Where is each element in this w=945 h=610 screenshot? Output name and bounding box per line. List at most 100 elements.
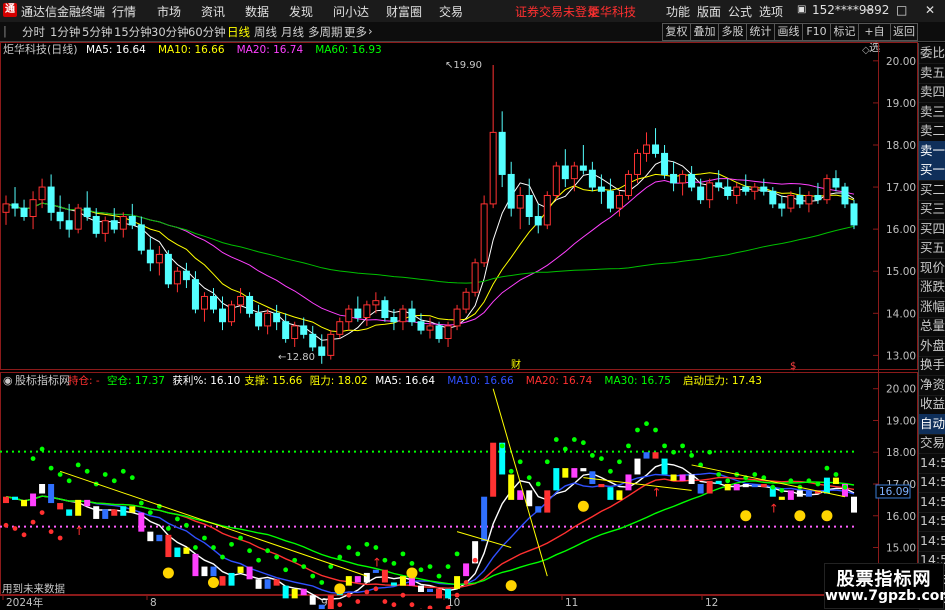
side-panel-item[interactable]: 14:56 bbox=[919, 472, 945, 493]
ind-candle bbox=[833, 478, 839, 484]
side-panel-item[interactable]: 买五 bbox=[919, 238, 945, 259]
signal-dot bbox=[834, 472, 839, 477]
candle bbox=[734, 183, 740, 204]
user-icon[interactable]: ▣ bbox=[797, 4, 806, 15]
fq-button[interactable]: 复权 bbox=[662, 23, 691, 41]
period-60min[interactable]: 60分钟 bbox=[188, 24, 226, 40]
menu-market[interactable]: 市场 bbox=[157, 3, 181, 20]
indicator-title-icon: ◉ bbox=[3, 374, 13, 387]
side-panel-item[interactable]: 自动 bbox=[919, 414, 945, 435]
side-panel-item[interactable]: 14:56 bbox=[919, 531, 945, 552]
period-15min[interactable]: 15分钟 bbox=[114, 24, 152, 40]
side-panel-item[interactable]: 总量 bbox=[919, 316, 945, 337]
candle bbox=[517, 187, 523, 229]
candle bbox=[30, 191, 36, 229]
ind-price-tick-label: 15.00 bbox=[886, 543, 916, 555]
side-panel-item[interactable]: 净资 bbox=[919, 375, 945, 396]
signal-dot bbox=[689, 453, 694, 458]
back-button[interactable]: 返回 bbox=[890, 23, 918, 41]
financial-event-mark[interactable]: 财 bbox=[511, 358, 521, 371]
draw-button[interactable]: 画线 bbox=[774, 23, 803, 41]
f10-button[interactable]: F10 bbox=[802, 23, 831, 41]
menu-discover[interactable]: 发现 bbox=[289, 3, 313, 20]
menu-trade[interactable]: 交易 bbox=[439, 3, 463, 20]
side-panel-item[interactable]: 买二 bbox=[919, 180, 945, 201]
candle bbox=[625, 170, 631, 199]
menu-ask[interactable]: 问小达 bbox=[333, 3, 369, 20]
signal-dot bbox=[671, 450, 676, 455]
signal-dot bbox=[410, 602, 415, 607]
side-panel-item[interactable]: 14:56 bbox=[919, 492, 945, 513]
menu-quotes[interactable]: 行情 bbox=[112, 3, 136, 20]
ind-candle bbox=[589, 471, 595, 484]
ind-candle bbox=[634, 459, 640, 475]
side-panel-item[interactable]: 卖一 bbox=[919, 141, 945, 162]
multi-stock-button[interactable]: 多股 bbox=[718, 23, 747, 41]
period-30min[interactable]: 30分钟 bbox=[151, 24, 189, 40]
login-notice[interactable]: 证券交易未登录 bbox=[515, 3, 599, 20]
ind-candle bbox=[120, 506, 126, 516]
period-1min[interactable]: 1分钟 bbox=[50, 24, 80, 40]
side-panel-item[interactable]: 卖四 bbox=[919, 82, 945, 103]
side-panel-item[interactable]: 委比 bbox=[919, 43, 945, 64]
menu-function[interactable]: 功能 bbox=[666, 3, 690, 20]
side-panel-item[interactable]: 买三 bbox=[919, 199, 945, 220]
side-panel-item[interactable]: 涨跌 bbox=[919, 277, 945, 298]
add-watch-button[interactable]: +自选 bbox=[858, 23, 891, 41]
period-timeshare[interactable]: 分时 bbox=[22, 24, 45, 40]
ind-candle bbox=[689, 474, 695, 484]
kline-chart-area[interactable]: 炬华科技(日线) MA5: 16.64MA10: 16.66MA20: 16.7… bbox=[0, 42, 918, 609]
side-panel-item[interactable]: 收益 bbox=[919, 394, 945, 415]
side-panel-item[interactable]: 现价 bbox=[919, 258, 945, 279]
mark-button[interactable]: 标记 bbox=[830, 23, 859, 41]
side-panel-item[interactable]: 卖五 bbox=[919, 63, 945, 84]
maximize-icon[interactable]: □ bbox=[896, 3, 907, 17]
period-multi[interactable]: 多周期 bbox=[308, 24, 343, 40]
signal-dot bbox=[572, 437, 577, 442]
overlay-button[interactable]: 叠加 bbox=[690, 23, 719, 41]
side-panel-item[interactable]: 换手 bbox=[919, 355, 945, 376]
candle bbox=[662, 145, 668, 179]
menu-layout[interactable]: 版面 bbox=[697, 3, 721, 20]
signal-dot bbox=[816, 482, 821, 487]
menu-data[interactable]: 数据 bbox=[245, 3, 269, 20]
main-chart-legend: MA5: 16.64MA10: 16.66MA20: 16.74MA60: 16… bbox=[86, 44, 382, 56]
more-arrow-icon[interactable]: › bbox=[368, 24, 373, 38]
period-more[interactable]: 更多 bbox=[344, 24, 367, 40]
legend-item: 持仓: - bbox=[68, 374, 100, 387]
ind-ma10-line bbox=[6, 473, 854, 593]
period-daily[interactable]: 日线 bbox=[227, 24, 250, 40]
candle bbox=[174, 267, 180, 292]
close-icon[interactable]: ✕ bbox=[925, 3, 935, 17]
menu-options[interactable]: 选项 bbox=[759, 3, 783, 20]
side-panel-item[interactable]: 14:56 bbox=[919, 453, 945, 474]
side-panel-item[interactable]: 卖二 bbox=[919, 121, 945, 142]
side-panel-item[interactable]: 14:56 bbox=[919, 511, 945, 532]
menu-wealth[interactable]: 财富圈 bbox=[386, 3, 422, 20]
side-panel-item[interactable]: 买四 bbox=[919, 219, 945, 240]
side-panel-item[interactable]: 外盘 bbox=[919, 336, 945, 357]
minimize-icon[interactable]: ─ bbox=[866, 3, 873, 17]
menu-news[interactable]: 资讯 bbox=[201, 3, 225, 20]
signal-dot bbox=[67, 478, 72, 483]
ind-candle bbox=[680, 474, 686, 480]
candle bbox=[644, 132, 650, 161]
signal-dot bbox=[608, 469, 613, 474]
stats-button[interactable]: 统计 bbox=[746, 23, 775, 41]
menu-formula[interactable]: 公式 bbox=[728, 3, 752, 20]
side-panel-item[interactable]: 卖三 bbox=[919, 102, 945, 123]
user-account[interactable]: 152****9892 bbox=[812, 3, 889, 17]
main-candles bbox=[3, 65, 857, 364]
ind-candle bbox=[93, 506, 99, 519]
candle bbox=[634, 149, 640, 183]
period-weekly[interactable]: 周线 bbox=[254, 24, 277, 40]
chart-settings-icon[interactable]: ◇ bbox=[862, 45, 870, 56]
candle bbox=[481, 195, 487, 267]
period-monthly[interactable]: 月线 bbox=[281, 24, 304, 40]
candle bbox=[580, 145, 586, 174]
side-panel-item[interactable]: 涨幅 bbox=[919, 297, 945, 318]
side-panel-item[interactable]: 买一 bbox=[919, 160, 945, 181]
dividend-event-mark[interactable]: $ bbox=[790, 361, 796, 372]
side-panel-item[interactable]: 交易 bbox=[919, 433, 945, 454]
period-5min[interactable]: 5分钟 bbox=[82, 24, 112, 40]
